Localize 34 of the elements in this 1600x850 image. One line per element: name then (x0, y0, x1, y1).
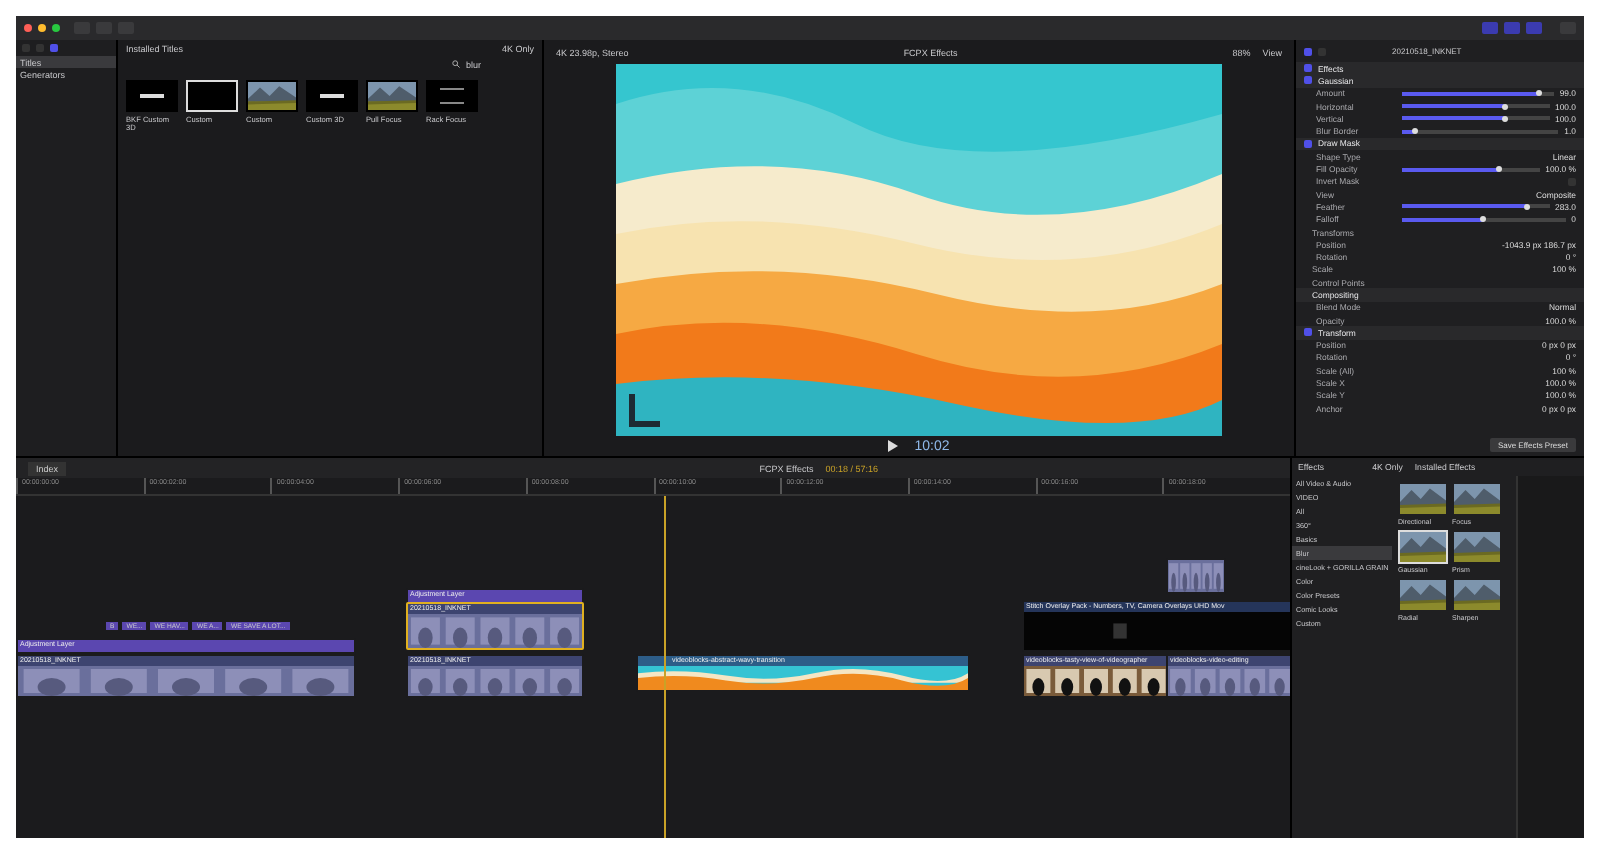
slider-thumb[interactable] (1523, 203, 1530, 210)
slider-track[interactable] (1402, 167, 1540, 172)
effect-thumbnail[interactable] (1398, 578, 1448, 612)
title-thumbnail[interactable] (306, 80, 358, 112)
slider-thumb[interactable] (1501, 103, 1508, 110)
video-clip[interactable] (1166, 558, 1226, 594)
video-inspector-tab[interactable] (1304, 47, 1312, 55)
slider-track[interactable] (1402, 104, 1550, 109)
effect-checkbox[interactable] (1304, 328, 1312, 337)
effect-checkbox[interactable] (1304, 64, 1312, 73)
effect-checkbox[interactable] (1304, 139, 1312, 148)
slider-thumb[interactable] (1495, 166, 1502, 173)
effect-thumbnail[interactable] (1398, 530, 1448, 564)
slider-thumb[interactable] (1411, 128, 1418, 135)
title-thumbnail[interactable] (366, 80, 418, 112)
slider-thumb[interactable] (1480, 216, 1487, 223)
zoom-button[interactable] (52, 24, 60, 32)
close-button[interactable] (24, 24, 32, 32)
title-thumbnail[interactable] (426, 80, 478, 112)
minimize-button[interactable] (38, 24, 46, 32)
effect-thumbnail[interactable] (1452, 482, 1502, 516)
title-thumbnail[interactable] (246, 80, 298, 112)
title-thumbnail[interactable] (126, 80, 178, 112)
slider-thumb[interactable] (1501, 115, 1508, 122)
slider-track[interactable] (1402, 217, 1566, 222)
effect-thumbnail[interactable] (1398, 482, 1448, 516)
effect-thumbnail[interactable] (1452, 530, 1502, 564)
slider-track[interactable] (1402, 116, 1550, 121)
search-icon (452, 60, 460, 68)
slider-track[interactable] (1402, 204, 1550, 209)
slider-thumb[interactable] (1535, 90, 1542, 97)
slider-track[interactable] (1402, 129, 1559, 134)
effect-checkbox[interactable] (1304, 76, 1312, 85)
effect-thumbnail[interactable] (1452, 578, 1502, 612)
